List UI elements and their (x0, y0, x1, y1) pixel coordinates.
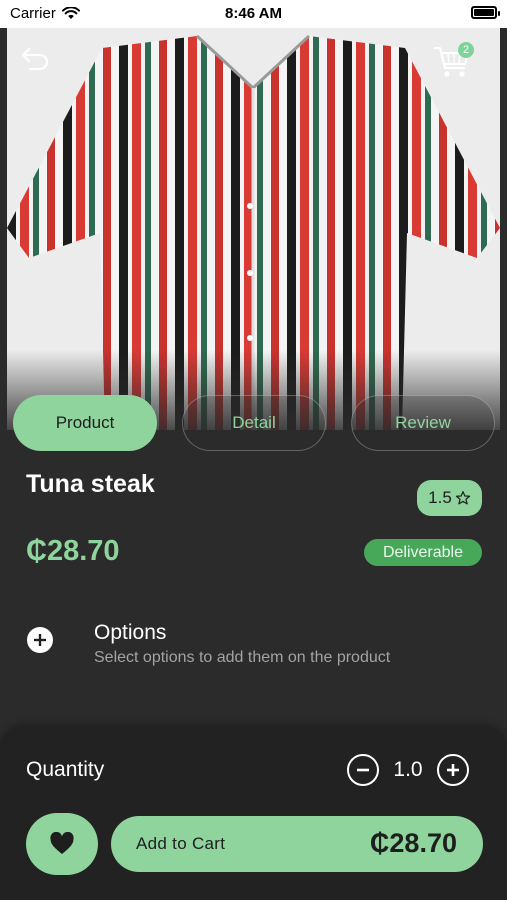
favorite-button[interactable] (26, 813, 98, 875)
heart-icon (50, 832, 74, 854)
tab-product[interactable]: Product (13, 395, 157, 451)
rating-value: 1.5 (428, 488, 452, 507)
back-arrow-icon (21, 47, 49, 71)
options-subtitle: Select options to add them on the produc… (94, 649, 391, 666)
quantity-value: 1.0 (393, 758, 423, 781)
quantity-label: Quantity (26, 758, 105, 781)
status-badge: Deliverable (364, 539, 482, 566)
add-to-cart-button[interactable]: Add to Cart ₵28.70 (111, 816, 483, 872)
product-name: Tuna steak (26, 470, 155, 498)
product-image (7, 28, 500, 430)
plus-circle-icon (447, 764, 459, 776)
tab-detail[interactable]: Detail (182, 395, 326, 451)
add-options-button[interactable] (27, 627, 53, 653)
status-bar: Carrier 8:46 AM (0, 0, 507, 28)
cart-total-price: ₵28.70 (369, 828, 457, 858)
add-to-cart-label: Add to Cart (136, 834, 226, 853)
cart-button[interactable]: 2 (432, 40, 478, 80)
minus-circle-icon (357, 768, 369, 772)
plus-circle-icon (34, 634, 46, 646)
back-button[interactable] (18, 42, 54, 76)
decrease-quantity-button[interactable] (347, 754, 379, 786)
star-icon (455, 491, 470, 505)
product-price: ₵28.70 (26, 535, 120, 567)
tab-review[interactable]: Review (351, 395, 495, 451)
options-title: Options (94, 621, 167, 644)
product-tabs: Product Detail Review (13, 395, 495, 453)
cart-count-badge: 2 (458, 42, 474, 58)
rating-badge: 1.5 (417, 480, 482, 516)
increase-quantity-button[interactable] (437, 754, 469, 786)
clock: 8:46 AM (225, 5, 282, 22)
battery-icon (471, 6, 500, 19)
